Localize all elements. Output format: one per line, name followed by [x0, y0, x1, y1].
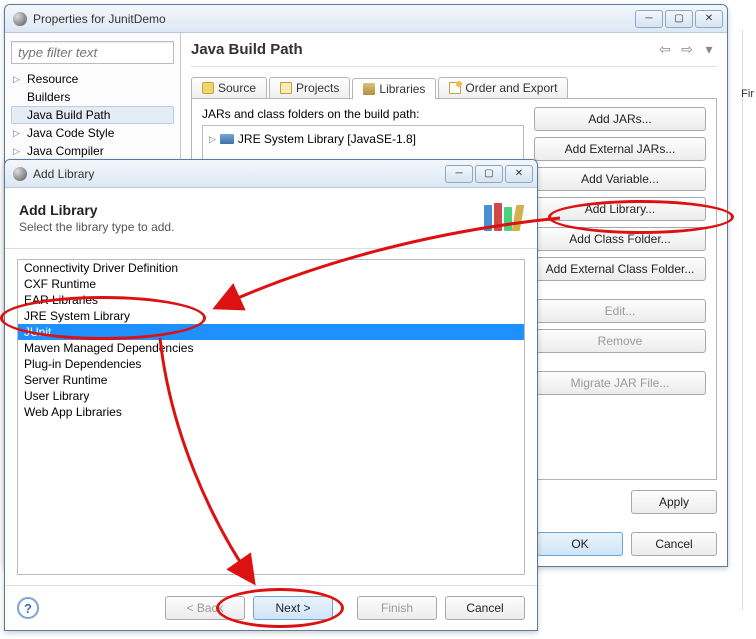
add-external-class-folder-button[interactable]: Add External Class Folder... [534, 257, 706, 281]
remove-button: Remove [534, 329, 706, 353]
library-type-item[interactable]: Maven Managed Dependencies [18, 340, 524, 356]
maximize-button[interactable]: ▢ [475, 165, 503, 183]
jre-library-label: JRE System Library [JavaSE-1.8] [238, 132, 416, 146]
ide-background [742, 30, 756, 610]
projects-icon [280, 82, 292, 94]
add-jars-button[interactable]: Add JARs... [534, 107, 706, 131]
minimize-button[interactable]: ─ [445, 165, 473, 183]
library-type-item[interactable]: Web App Libraries [18, 404, 524, 420]
add-library-window-title: Add Library [33, 167, 445, 181]
build-path-tabs: Source Projects Libraries Order and Expo… [191, 77, 717, 98]
add-library-dialog: Add Library ─ ▢ ✕ Add Library Select the… [4, 159, 538, 631]
tree-item-java-build-path[interactable]: Java Build Path [11, 106, 174, 124]
library-type-item[interactable]: JUnit [18, 324, 524, 340]
add-external-jars-button[interactable]: Add External JARs... [534, 137, 706, 161]
ok-button[interactable]: OK [537, 532, 623, 556]
add-variable-button[interactable]: Add Variable... [534, 167, 706, 191]
tree-item-resource[interactable]: ▷Resource [11, 70, 174, 88]
tab-projects[interactable]: Projects [269, 77, 350, 98]
library-type-item[interactable]: JRE System Library [18, 308, 524, 324]
back-arrow-icon[interactable]: ⇦ [657, 42, 673, 58]
eclipse-icon [13, 12, 27, 26]
dialog-heading: Add Library [19, 202, 479, 218]
library-type-item[interactable]: CXF Runtime [18, 276, 524, 292]
tree-item-builders[interactable]: Builders [11, 88, 174, 106]
close-button[interactable]: ✕ [505, 165, 533, 183]
libraries-icon [363, 83, 375, 95]
tab-libraries[interactable]: Libraries [352, 78, 436, 99]
order-export-icon [449, 82, 461, 94]
page-title: Java Build Path [191, 41, 651, 58]
properties-title: Properties for JunitDemo [33, 12, 635, 26]
tree-item-java-compiler[interactable]: ▷Java Compiler [11, 142, 174, 160]
library-type-item[interactable]: Connectivity Driver Definition [18, 260, 524, 276]
cancel-button[interactable]: Cancel [445, 596, 525, 620]
library-icon [220, 134, 234, 144]
properties-tree[interactable]: ▷Resource Builders Java Build Path ▷Java… [11, 70, 174, 160]
library-type-list[interactable]: Connectivity Driver DefinitionCXF Runtim… [17, 259, 525, 575]
expand-icon[interactable]: ▷ [13, 74, 23, 84]
back-button: < Back [165, 596, 245, 620]
finish-button: Finish [357, 596, 437, 620]
tab-order-export[interactable]: Order and Export [438, 77, 568, 98]
books-icon [479, 196, 523, 240]
dialog-subtitle: Select the library type to add. [19, 220, 479, 234]
list-heading: JARs and class folders on the build path… [202, 107, 524, 121]
migrate-jar-button: Migrate JAR File... [534, 371, 706, 395]
library-type-item[interactable]: Plug-in Dependencies [18, 356, 524, 372]
apply-button[interactable]: Apply [631, 490, 717, 514]
filter-input[interactable] [11, 41, 174, 64]
library-type-item[interactable]: EAR Libraries [18, 292, 524, 308]
maximize-button[interactable]: ▢ [665, 10, 693, 28]
source-icon [202, 82, 214, 94]
dropdown-arrow-icon[interactable]: ▾ [701, 42, 717, 58]
edit-button: Edit... [534, 299, 706, 323]
expand-icon[interactable]: ▷ [13, 128, 23, 138]
library-type-item[interactable]: Server Runtime [18, 372, 524, 388]
close-button[interactable]: ✕ [695, 10, 723, 28]
help-button[interactable]: ? [17, 597, 39, 619]
bg-text: Fir [741, 88, 754, 100]
add-library-button[interactable]: Add Library... [534, 197, 706, 221]
add-library-titlebar[interactable]: Add Library ─ ▢ ✕ [5, 160, 537, 188]
eclipse-icon [13, 167, 27, 181]
cancel-button[interactable]: Cancel [631, 532, 717, 556]
forward-arrow-icon[interactable]: ⇨ [679, 42, 695, 58]
library-type-item[interactable]: User Library [18, 388, 524, 404]
tree-item-java-code-style[interactable]: ▷Java Code Style [11, 124, 174, 142]
properties-titlebar[interactable]: Properties for JunitDemo ─ ▢ ✕ [5, 5, 727, 33]
jre-library-item[interactable]: ▷ JRE System Library [JavaSE-1.8] [207, 130, 519, 148]
minimize-button[interactable]: ─ [635, 10, 663, 28]
expand-icon[interactable]: ▷ [13, 146, 23, 156]
expand-icon[interactable]: ▷ [209, 134, 216, 145]
add-class-folder-button[interactable]: Add Class Folder... [534, 227, 706, 251]
next-button[interactable]: Next > [253, 596, 333, 620]
tab-source[interactable]: Source [191, 77, 267, 98]
